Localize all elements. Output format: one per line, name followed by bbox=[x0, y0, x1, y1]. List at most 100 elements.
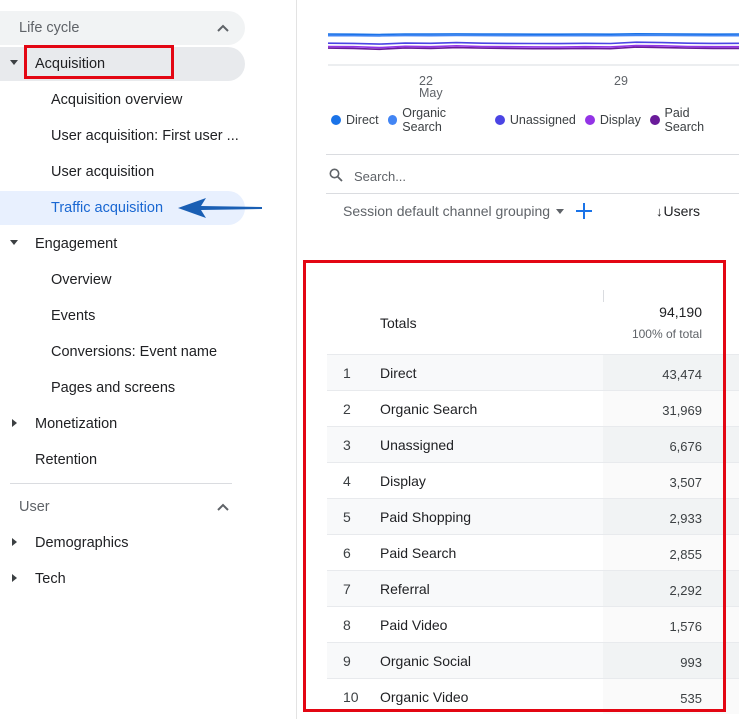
chevron-down-icon bbox=[556, 208, 565, 214]
sidebar-item-user-acquisition-first-user[interactable]: User acquisition: First user ... bbox=[0, 119, 245, 153]
table-row[interactable]: 5 Paid Shopping 2,933 bbox=[327, 498, 739, 534]
users-value: 43,474 bbox=[662, 367, 702, 382]
sidebar-item-events[interactable]: Events bbox=[0, 299, 245, 333]
value-cell-bg bbox=[603, 679, 739, 714]
sidebar-item-demographics[interactable]: Demographics bbox=[0, 526, 245, 560]
channel-name[interactable]: Display bbox=[380, 473, 426, 489]
table-row[interactable]: 9 Organic Social 993 bbox=[327, 642, 739, 678]
legend-label: Display bbox=[599, 113, 641, 127]
dimension-dropdown[interactable]: Session default channel grouping bbox=[343, 203, 565, 219]
legend-item-unassigned[interactable]: Unassigned bbox=[494, 113, 576, 127]
row-number: 5 bbox=[343, 509, 351, 525]
row-number: 3 bbox=[343, 437, 351, 453]
add-dimension-icon[interactable] bbox=[575, 202, 593, 220]
legend-dot bbox=[649, 115, 660, 125]
users-column-label: Users bbox=[663, 203, 701, 219]
user-header[interactable]: User bbox=[0, 490, 245, 524]
table-header-row: Session default channel grouping ↓ Users bbox=[326, 199, 739, 225]
sidebar-item-label: Conversions: Event name bbox=[51, 344, 218, 360]
totals-row: Totals 94,190 100% of total bbox=[327, 284, 739, 354]
caret-right-icon bbox=[12, 574, 17, 582]
users-value: 2,292 bbox=[669, 583, 702, 598]
row-number: 7 bbox=[343, 581, 351, 597]
arrow-left-icon bbox=[178, 198, 262, 218]
sidebar-divider bbox=[10, 483, 232, 484]
sidebar-item-label: Engagement bbox=[35, 236, 118, 252]
sidebar-item-label: Pages and screens bbox=[51, 380, 176, 396]
users-column-header[interactable]: ↓ Users bbox=[656, 203, 700, 219]
legend-item-direct[interactable]: Direct bbox=[331, 113, 379, 127]
sidebar-item-tech[interactable]: Tech bbox=[0, 562, 245, 596]
dimension-label: Session default channel grouping bbox=[343, 203, 551, 219]
column-separator bbox=[603, 290, 604, 302]
sort-arrow-icon: ↓ bbox=[656, 203, 663, 219]
sidebar-item-retention[interactable]: Retention bbox=[0, 443, 245, 477]
channel-name[interactable]: Paid Video bbox=[380, 617, 447, 633]
row-number: 2 bbox=[343, 401, 351, 417]
totals-value: 94,190 bbox=[659, 304, 702, 320]
divider bbox=[326, 193, 739, 194]
sidebar-item-conversions[interactable]: Conversions: Event name bbox=[0, 335, 245, 369]
user-label: User bbox=[19, 499, 50, 515]
row-number: 9 bbox=[343, 653, 351, 669]
traffic-line-chart bbox=[328, 32, 739, 66]
sidebar-item-label: User acquisition: First user ... bbox=[51, 128, 239, 144]
caret-down-icon bbox=[10, 240, 18, 245]
legend-label: Unassigned bbox=[509, 113, 576, 127]
users-value: 2,933 bbox=[669, 511, 702, 526]
legend-dot bbox=[331, 115, 341, 125]
sidebar-item-label: Tech bbox=[35, 571, 66, 587]
legend-label: Paid Search bbox=[664, 106, 705, 134]
row-number: 10 bbox=[343, 689, 359, 705]
channel-name[interactable]: Paid Shopping bbox=[380, 509, 471, 525]
life-cycle-header[interactable]: Life cycle bbox=[0, 11, 245, 45]
sidebar-item-acquisition-overview[interactable]: Acquisition overview bbox=[0, 83, 245, 117]
legend-item-paid-search[interactable]: Paid Search bbox=[649, 106, 730, 134]
caret-right-icon bbox=[12, 419, 17, 427]
caret-down-icon bbox=[10, 60, 18, 65]
table-row[interactable]: 3 Unassigned 6,676 bbox=[327, 426, 739, 462]
channel-name[interactable]: Organic Video bbox=[380, 689, 468, 705]
channel-name[interactable]: Unassigned bbox=[380, 437, 454, 453]
table-row[interactable]: 4 Display 3,507 bbox=[327, 462, 739, 498]
channel-name[interactable]: Organic Search bbox=[380, 401, 477, 417]
chevron-up-icon[interactable] bbox=[216, 23, 230, 33]
sidebar-item-label: Events bbox=[51, 308, 96, 324]
sidebar-item-label: Monetization bbox=[35, 416, 118, 432]
row-number: 4 bbox=[343, 473, 351, 489]
users-value: 993 bbox=[680, 655, 702, 670]
divider bbox=[326, 154, 739, 155]
channel-name[interactable]: Paid Search bbox=[380, 545, 456, 561]
sidebar-item-user-acquisition[interactable]: User acquisition bbox=[0, 155, 245, 189]
sidebar-item-engagement[interactable]: Engagement bbox=[0, 227, 245, 261]
row-number: 8 bbox=[343, 617, 351, 633]
sidebar-item-label: Overview bbox=[51, 272, 112, 288]
channel-name[interactable]: Direct bbox=[380, 365, 417, 381]
table-row[interactable]: 1 Direct 43,474 bbox=[327, 354, 739, 390]
x-tick-day-29: 29 bbox=[614, 74, 628, 88]
sidebar-item-monetization[interactable]: Monetization bbox=[0, 407, 245, 441]
sidebar-item-pages-and-screens[interactable]: Pages and screens bbox=[0, 371, 245, 405]
channel-name[interactable]: Organic Social bbox=[380, 653, 471, 669]
sidebar-item-label: User acquisition bbox=[51, 164, 155, 180]
sidebar-item-overview[interactable]: Overview bbox=[0, 263, 245, 297]
search-input[interactable] bbox=[352, 165, 656, 187]
legend-label: Organic Search bbox=[402, 106, 447, 134]
channel-name[interactable]: Referral bbox=[380, 581, 430, 597]
table-search bbox=[326, 163, 739, 189]
legend-item-organic-search[interactable]: Organic Search bbox=[387, 106, 486, 134]
value-cell-bg bbox=[603, 643, 739, 678]
table-row[interactable]: 7 Referral 2,292 bbox=[327, 570, 739, 606]
table-row[interactable]: 6 Paid Search 2,855 bbox=[327, 534, 739, 570]
sidebar-item-label: Retention bbox=[35, 452, 98, 468]
table-row[interactable]: 8 Paid Video 1,576 bbox=[327, 606, 739, 642]
chevron-up-icon[interactable] bbox=[216, 502, 230, 512]
totals-percent: 100% of total bbox=[631, 327, 702, 341]
series-line-unassigned bbox=[328, 41, 739, 45]
row-number: 1 bbox=[343, 365, 351, 381]
table-row[interactable]: 10 Organic Video 535 bbox=[327, 678, 739, 714]
totals-label: Totals bbox=[380, 315, 417, 331]
legend-item-display[interactable]: Display bbox=[584, 113, 641, 127]
table-row[interactable]: 2 Organic Search 31,969 bbox=[327, 390, 739, 426]
life-cycle-label: Life cycle bbox=[19, 20, 80, 36]
